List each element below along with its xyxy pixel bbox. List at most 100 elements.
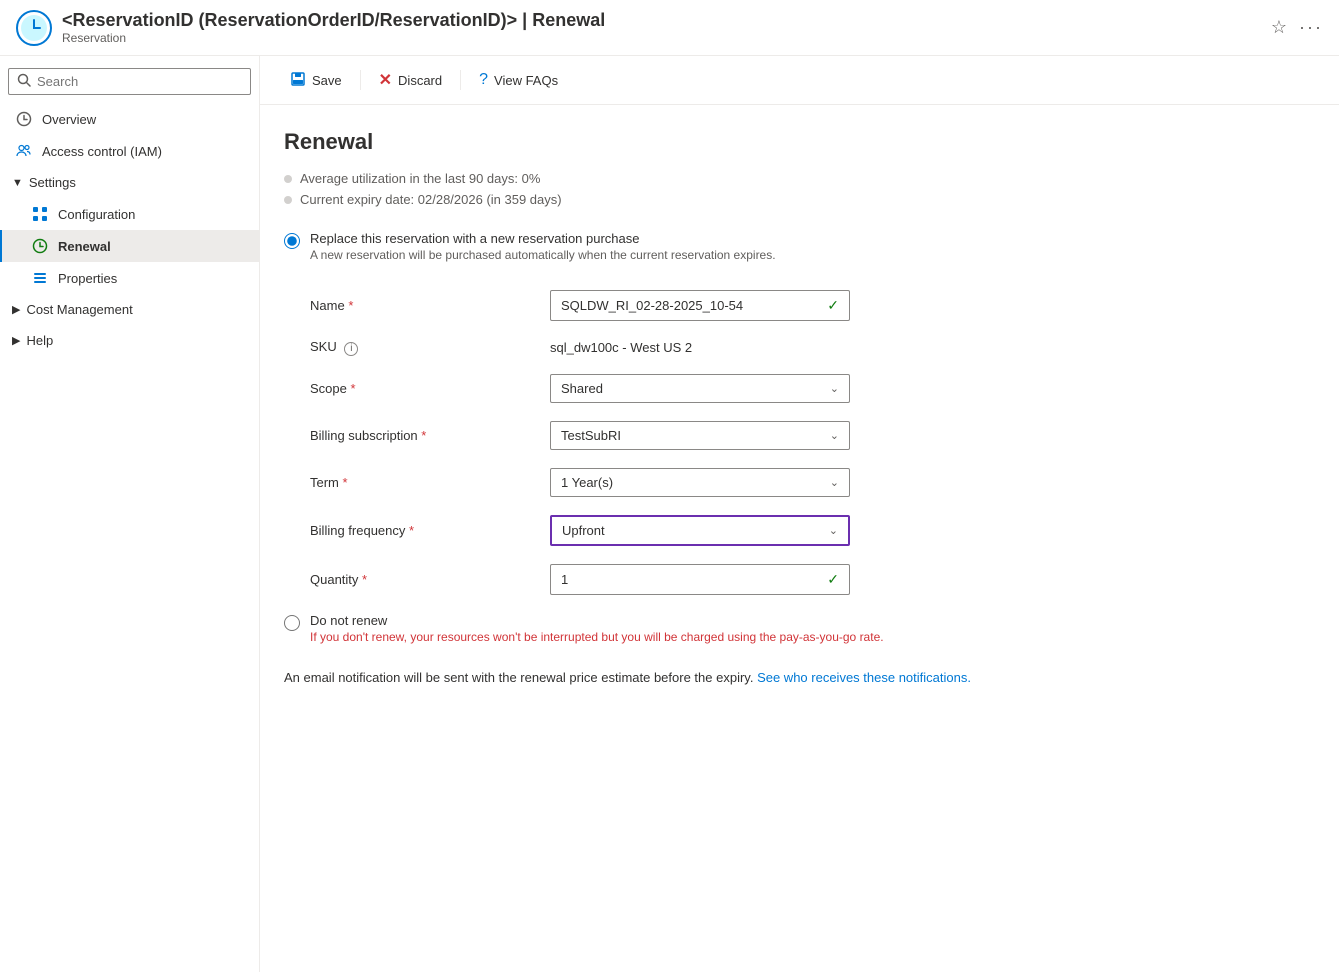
billing-freq-select[interactable]: Upfront ⌄	[550, 515, 850, 546]
save-label: Save	[312, 73, 342, 88]
term-label: Term *	[310, 475, 550, 490]
view-faqs-button[interactable]: ? View FAQs	[469, 65, 568, 95]
sidebar: Overview Access control (IAM) ▼ Settings	[0, 56, 260, 972]
sidebar-item-configuration[interactable]: Configuration	[0, 198, 259, 230]
sidebar-item-renewal[interactable]: Renewal	[0, 230, 259, 262]
expiry-text: Current expiry date: 02/28/2026 (in 359 …	[300, 192, 562, 207]
configuration-icon	[30, 206, 50, 222]
term-select[interactable]: 1 Year(s) ⌄	[550, 468, 850, 497]
billing-freq-label: Billing frequency *	[310, 523, 550, 538]
form-row-name: Name * SQLDW_RI_02-28-2025_10-54 ✓	[310, 290, 1196, 321]
term-value: 1 Year(s)	[561, 475, 613, 490]
sidebar-group-cost-management-label: Cost Management	[26, 302, 132, 317]
email-notice-link[interactable]: See who receives these notifications.	[757, 670, 971, 685]
save-button[interactable]: Save	[280, 65, 352, 96]
info-bullets: Average utilization in the last 90 days:…	[284, 171, 1196, 207]
quantity-value: 1	[561, 572, 819, 587]
sidebar-group-settings[interactable]: ▼ Settings	[0, 167, 259, 198]
main-layout: Overview Access control (IAM) ▼ Settings	[0, 56, 1339, 972]
header-title: <ReservationID (ReservationOrderID/Reser…	[62, 10, 1271, 31]
name-value: SQLDW_RI_02-28-2025_10-54	[561, 298, 819, 313]
do-not-renew-radio-button[interactable]	[284, 615, 300, 631]
properties-icon	[30, 270, 50, 286]
billing-sub-label: Billing subscription *	[310, 428, 550, 443]
replace-option-title: Replace this reservation with a new rese…	[310, 231, 776, 246]
scope-value: Shared	[561, 381, 603, 396]
email-notification: An email notification will be sent with …	[284, 668, 1196, 688]
sidebar-item-renewal-label: Renewal	[58, 239, 247, 254]
sidebar-item-properties[interactable]: Properties	[0, 262, 259, 294]
name-label: Name *	[310, 298, 550, 313]
form-row-sku: SKU i sql_dw100c - West US 2	[310, 339, 1196, 356]
sidebar-group-cost-management[interactable]: ▶ Cost Management	[0, 294, 259, 325]
term-chevron-icon: ⌄	[830, 476, 839, 489]
sidebar-item-properties-label: Properties	[58, 271, 247, 286]
sku-label: SKU i	[310, 339, 550, 356]
bullet-dot-2	[284, 196, 292, 204]
toolbar: Save ✕ Discard ? View FAQs	[260, 56, 1339, 105]
do-not-renew-label-wrap: Do not renew If you don't renew, your re…	[310, 613, 884, 644]
billing-sub-value: TestSubRI	[561, 428, 621, 443]
iam-icon	[14, 143, 34, 159]
sku-info-icon[interactable]: i	[344, 342, 358, 356]
help-chevron-icon: ▶	[12, 334, 20, 347]
settings-chevron-icon: ▼	[12, 177, 23, 189]
scope-select[interactable]: Shared ⌄	[550, 374, 850, 403]
discard-button[interactable]: ✕ Discard	[369, 64, 452, 96]
header-subtitle: Reservation	[62, 31, 1271, 45]
sidebar-item-iam-label: Access control (IAM)	[42, 144, 247, 159]
sidebar-group-settings-label: Settings	[29, 175, 76, 190]
utilization-text: Average utilization in the last 90 days:…	[300, 171, 540, 186]
quantity-check-icon: ✓	[827, 571, 839, 588]
do-not-renew-option: Do not renew If you don't renew, your re…	[284, 613, 1196, 644]
header-actions: ☆ ···	[1271, 17, 1323, 38]
search-input[interactable]	[37, 74, 242, 89]
email-notice-text: An email notification will be sent with …	[284, 670, 753, 685]
quantity-label: Quantity *	[310, 572, 550, 587]
top-header: <ReservationID (ReservationOrderID/Reser…	[0, 0, 1339, 56]
billing-freq-required-star: *	[409, 523, 414, 538]
name-check-icon: ✓	[827, 297, 839, 314]
scope-label: Scope *	[310, 381, 550, 396]
billing-sub-chevron-icon: ⌄	[830, 429, 839, 442]
form-row-scope: Scope * Shared ⌄	[310, 374, 1196, 403]
discard-label: Discard	[398, 73, 442, 88]
sidebar-item-overview-label: Overview	[42, 112, 247, 127]
replace-option-label-wrap: Replace this reservation with a new rese…	[310, 231, 776, 262]
billing-sub-select[interactable]: TestSubRI ⌄	[550, 421, 850, 450]
billing-sub-required-star: *	[421, 428, 426, 443]
page-content: Renewal Average utilization in the last …	[260, 105, 1220, 727]
search-icon	[17, 73, 31, 90]
sidebar-item-overview[interactable]: Overview	[0, 103, 259, 135]
form-section: Name * SQLDW_RI_02-28-2025_10-54 ✓ SKU i…	[310, 290, 1196, 595]
sidebar-item-iam[interactable]: Access control (IAM)	[0, 135, 259, 167]
quantity-input[interactable]: 1 ✓	[550, 564, 850, 595]
search-box[interactable]	[8, 68, 251, 95]
billing-freq-value: Upfront	[562, 523, 605, 538]
toolbar-divider-2	[460, 70, 461, 90]
sidebar-group-help[interactable]: ▶ Help	[0, 325, 259, 356]
form-row-billing-sub: Billing subscription * TestSubRI ⌄	[310, 421, 1196, 450]
content-area: Save ✕ Discard ? View FAQs Renewal Avera…	[260, 56, 1339, 972]
faq-label: View FAQs	[494, 73, 558, 88]
page-title: Renewal	[284, 129, 1196, 155]
replace-option-desc: A new reservation will be purchased auto…	[310, 248, 776, 262]
info-bullet-expiry: Current expiry date: 02/28/2026 (in 359 …	[284, 192, 1196, 207]
renewal-icon	[30, 238, 50, 254]
name-required-star: *	[348, 298, 353, 313]
form-row-quantity: Quantity * 1 ✓	[310, 564, 1196, 595]
name-input[interactable]: SQLDW_RI_02-28-2025_10-54 ✓	[550, 290, 850, 321]
do-not-renew-desc: If you don't renew, your resources won't…	[310, 630, 884, 644]
quantity-required-star: *	[362, 572, 367, 587]
replace-radio-button[interactable]	[284, 233, 300, 249]
faq-icon: ?	[479, 71, 488, 89]
save-icon	[290, 71, 306, 90]
do-not-renew-title: Do not renew	[310, 613, 884, 628]
more-options-icon[interactable]: ···	[1299, 17, 1323, 38]
sidebar-item-configuration-label: Configuration	[58, 207, 247, 222]
replace-option: Replace this reservation with a new rese…	[284, 231, 1196, 262]
header-icon	[16, 10, 52, 46]
header-text-wrap: <ReservationID (ReservationOrderID/Reser…	[62, 10, 1271, 45]
favorite-star-icon[interactable]: ☆	[1271, 17, 1287, 38]
overview-icon	[14, 111, 34, 127]
